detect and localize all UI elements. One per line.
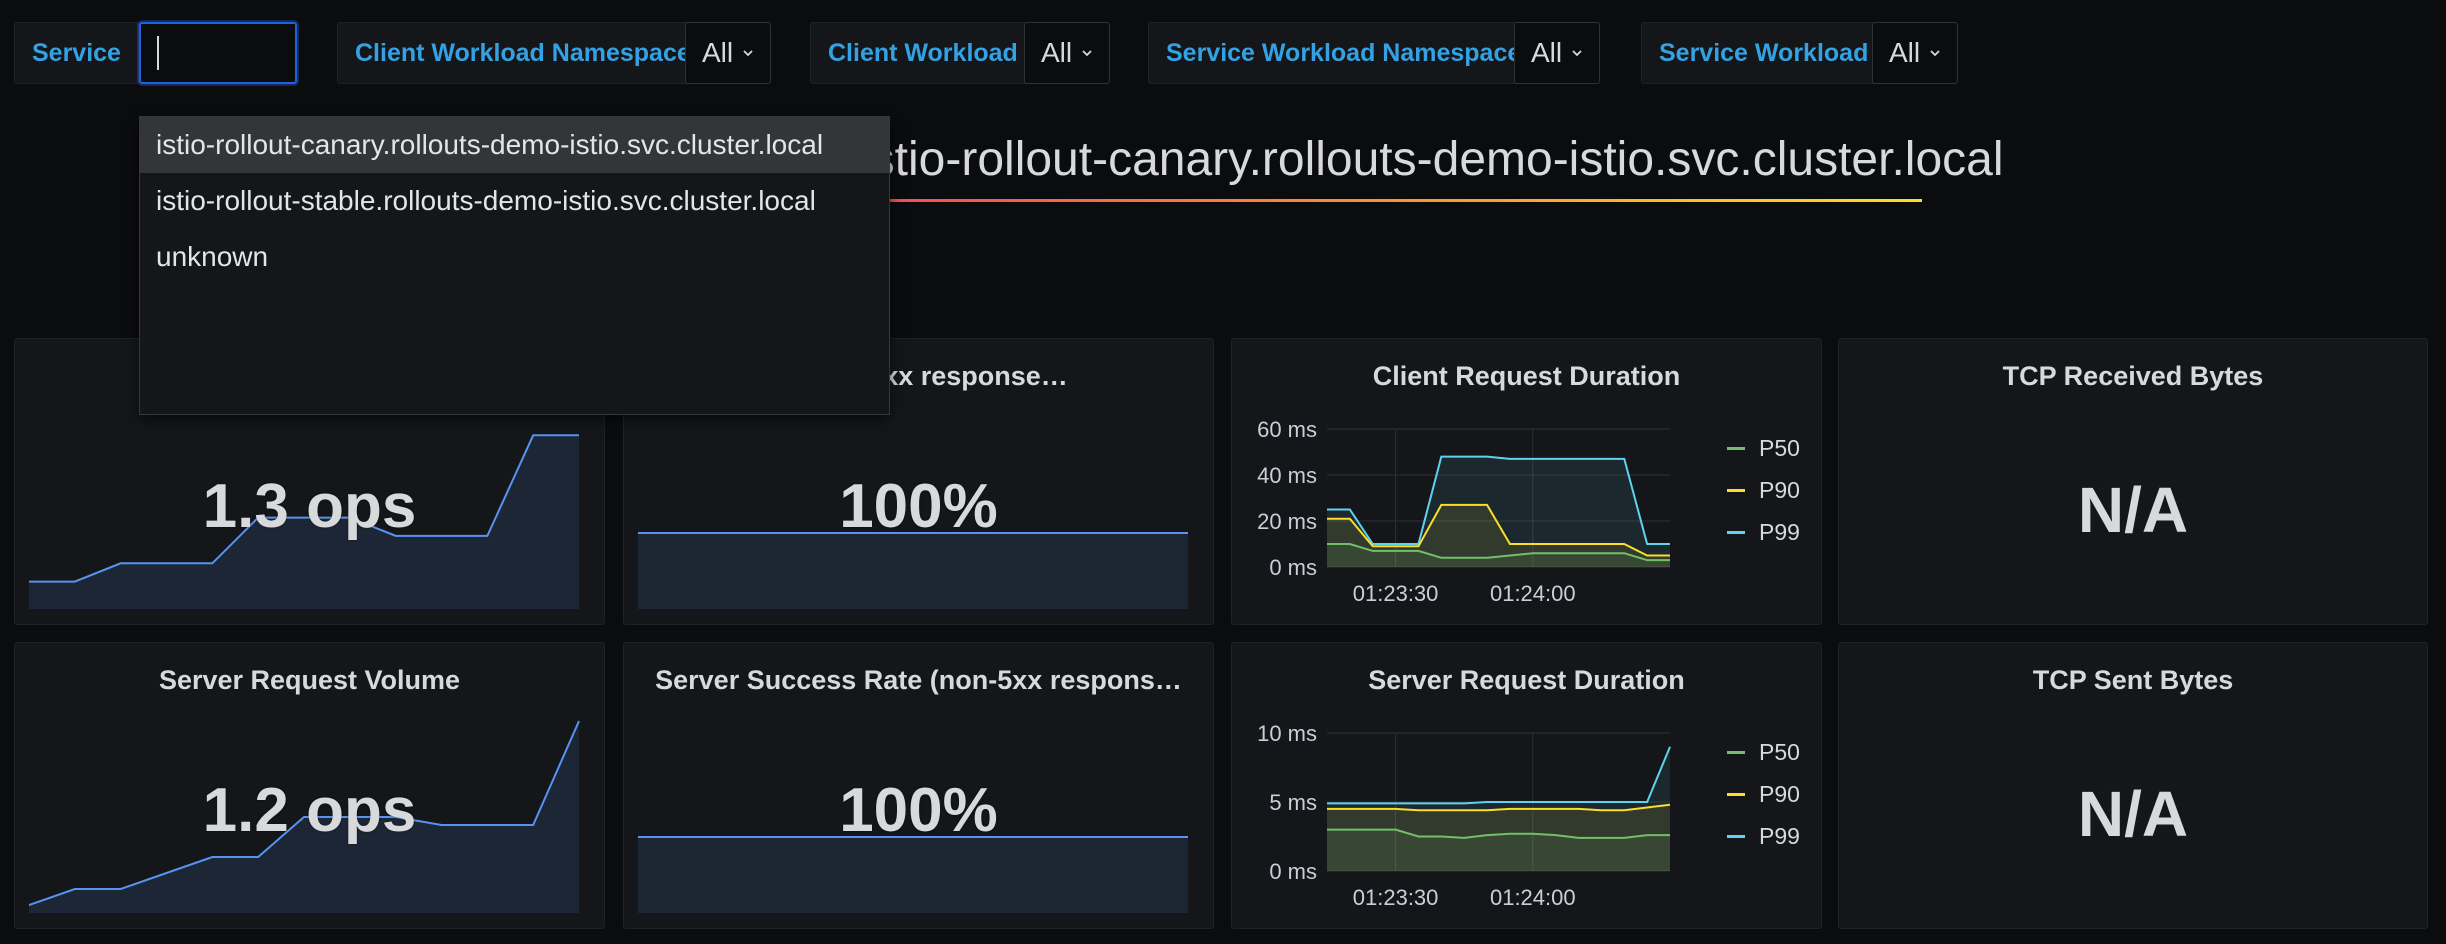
- legend-swatch: [1727, 792, 1745, 796]
- chevron-down-icon: [1082, 50, 1092, 57]
- server-volume-value: 1.2 ops: [202, 776, 417, 845]
- client-duration-chart: 0 ms 20 ms 40 ms 60 ms 01:23:30 01:24:00: [1257, 417, 1670, 606]
- client-volume-value: 1.3 ops: [202, 472, 417, 541]
- legend-label: P50: [1759, 738, 1800, 765]
- service-workload-namespace-value: All: [1531, 37, 1563, 68]
- server-success-rate-panel[interactable]: Server Success Rate (non-5xx respons… 10…: [623, 642, 1214, 929]
- variables-bar: Service Client Workload Namespace All Cl…: [0, 0, 2446, 110]
- service-workload-select[interactable]: All: [1872, 22, 1959, 84]
- chevron-down-icon: [1572, 50, 1582, 57]
- legend-swatch: [1727, 530, 1745, 534]
- service-workload-value: All: [1889, 37, 1921, 68]
- tcp-received-bytes-panel[interactable]: TCP Received Bytes N/A: [1838, 338, 2428, 625]
- tcp-received-value: N/A: [2077, 474, 2189, 546]
- client-success-value: 100%: [839, 472, 998, 541]
- text-caret: [157, 36, 159, 70]
- service-dropdown-menu: istio-rollout-canary.rollouts-demo-istio…: [139, 116, 890, 415]
- legend-item-p50[interactable]: P50: [1727, 427, 1800, 469]
- server-request-volume-panel[interactable]: Server Request Volume 1.2 ops: [14, 642, 605, 929]
- service-workload-namespace-label: Service Workload Namespace: [1148, 22, 1540, 84]
- y-tick-label: 0 ms: [1269, 859, 1317, 884]
- legend-swatch: [1727, 488, 1745, 492]
- panel-title: Client Request Duration: [1372, 361, 1681, 391]
- legend-label: P90: [1759, 476, 1800, 503]
- y-tick-label: 5 ms: [1269, 790, 1317, 815]
- legend-label: P99: [1759, 518, 1800, 545]
- legend-label: P90: [1759, 780, 1800, 807]
- legend-item-p90[interactable]: P90: [1727, 469, 1800, 511]
- client-workload-namespace-label: Client Workload Namespace: [337, 22, 709, 84]
- legend-item-p50[interactable]: P50: [1727, 731, 1800, 773]
- server-duration-legend: P50 P90 P99: [1727, 731, 1800, 857]
- title-underline: [860, 199, 1922, 202]
- x-tick-label: 01:23:30: [1353, 581, 1439, 606]
- x-tick-label: 01:23:30: [1353, 885, 1439, 910]
- client-request-duration-panel[interactable]: Client Request Duration 0 ms 20 ms 40 ms 60…: [1231, 338, 1822, 625]
- client-workload-select[interactable]: All: [1024, 22, 1111, 84]
- legend-label: P50: [1759, 434, 1800, 461]
- client-workload-namespace-select[interactable]: All: [685, 22, 772, 84]
- tcp-sent-bytes-panel[interactable]: TCP Sent Bytes N/A: [1838, 642, 2428, 929]
- service-workload-namespace-select[interactable]: All: [1514, 22, 1601, 84]
- panel-title: Server Success Rate (non-5xx respons…: [655, 665, 1182, 695]
- legend-item-p90[interactable]: P90: [1727, 773, 1800, 815]
- y-tick-label: 0 ms: [1269, 555, 1317, 580]
- dropdown-option[interactable]: istio-rollout-canary.rollouts-demo-istio…: [140, 117, 889, 173]
- x-tick-label: 01:24:00: [1490, 581, 1576, 606]
- server-duration-chart: 0 ms 5 ms 10 ms 01:23:30 01:24:00: [1257, 721, 1671, 910]
- series-line-p99: [1327, 746, 1671, 805]
- y-tick-label: 10 ms: [1257, 721, 1317, 746]
- panel-title: Server Request Duration: [1368, 665, 1685, 695]
- service-variable-input[interactable]: [139, 22, 297, 84]
- legend-item-p99[interactable]: P99: [1727, 815, 1800, 857]
- legend-label: P99: [1759, 822, 1800, 849]
- legend-swatch: [1727, 750, 1745, 754]
- client-duration-legend: P50 P90 P99: [1727, 427, 1800, 553]
- legend-item-p99[interactable]: P99: [1727, 511, 1800, 553]
- x-tick-label: 01:24:00: [1490, 885, 1576, 910]
- page-title: istio-rollout-canary.rollouts-demo-istio…: [860, 133, 2004, 186]
- server-success-value: 100%: [839, 776, 998, 845]
- client-workload-value: All: [1041, 37, 1073, 68]
- client-workload-namespace-value: All: [702, 37, 734, 68]
- y-tick-label: 20 ms: [1257, 509, 1317, 534]
- chevron-down-icon: [743, 50, 753, 57]
- legend-swatch: [1727, 834, 1745, 838]
- client-workload-label: Client Workload: [810, 22, 1036, 84]
- y-tick-label: 60 ms: [1257, 417, 1317, 442]
- panel-title: TCP Sent Bytes: [2032, 665, 2234, 695]
- panel-title: TCP Received Bytes: [2002, 361, 2264, 391]
- dropdown-option[interactable]: istio-rollout-stable.rollouts-demo-istio…: [140, 173, 889, 229]
- dropdown-option[interactable]: unknown: [140, 229, 889, 285]
- chevron-down-icon: [1930, 50, 1940, 57]
- y-tick-label: 40 ms: [1257, 463, 1317, 488]
- legend-swatch: [1727, 446, 1745, 450]
- server-request-duration-panel[interactable]: Server Request Duration 0 ms 5 ms 10 ms 01:…: [1231, 642, 1822, 929]
- service-variable-label: Service: [14, 22, 139, 84]
- tcp-sent-value: N/A: [2077, 778, 2189, 850]
- panel-title: Server Request Volume: [158, 665, 461, 695]
- service-workload-label: Service Workload: [1641, 22, 1887, 84]
